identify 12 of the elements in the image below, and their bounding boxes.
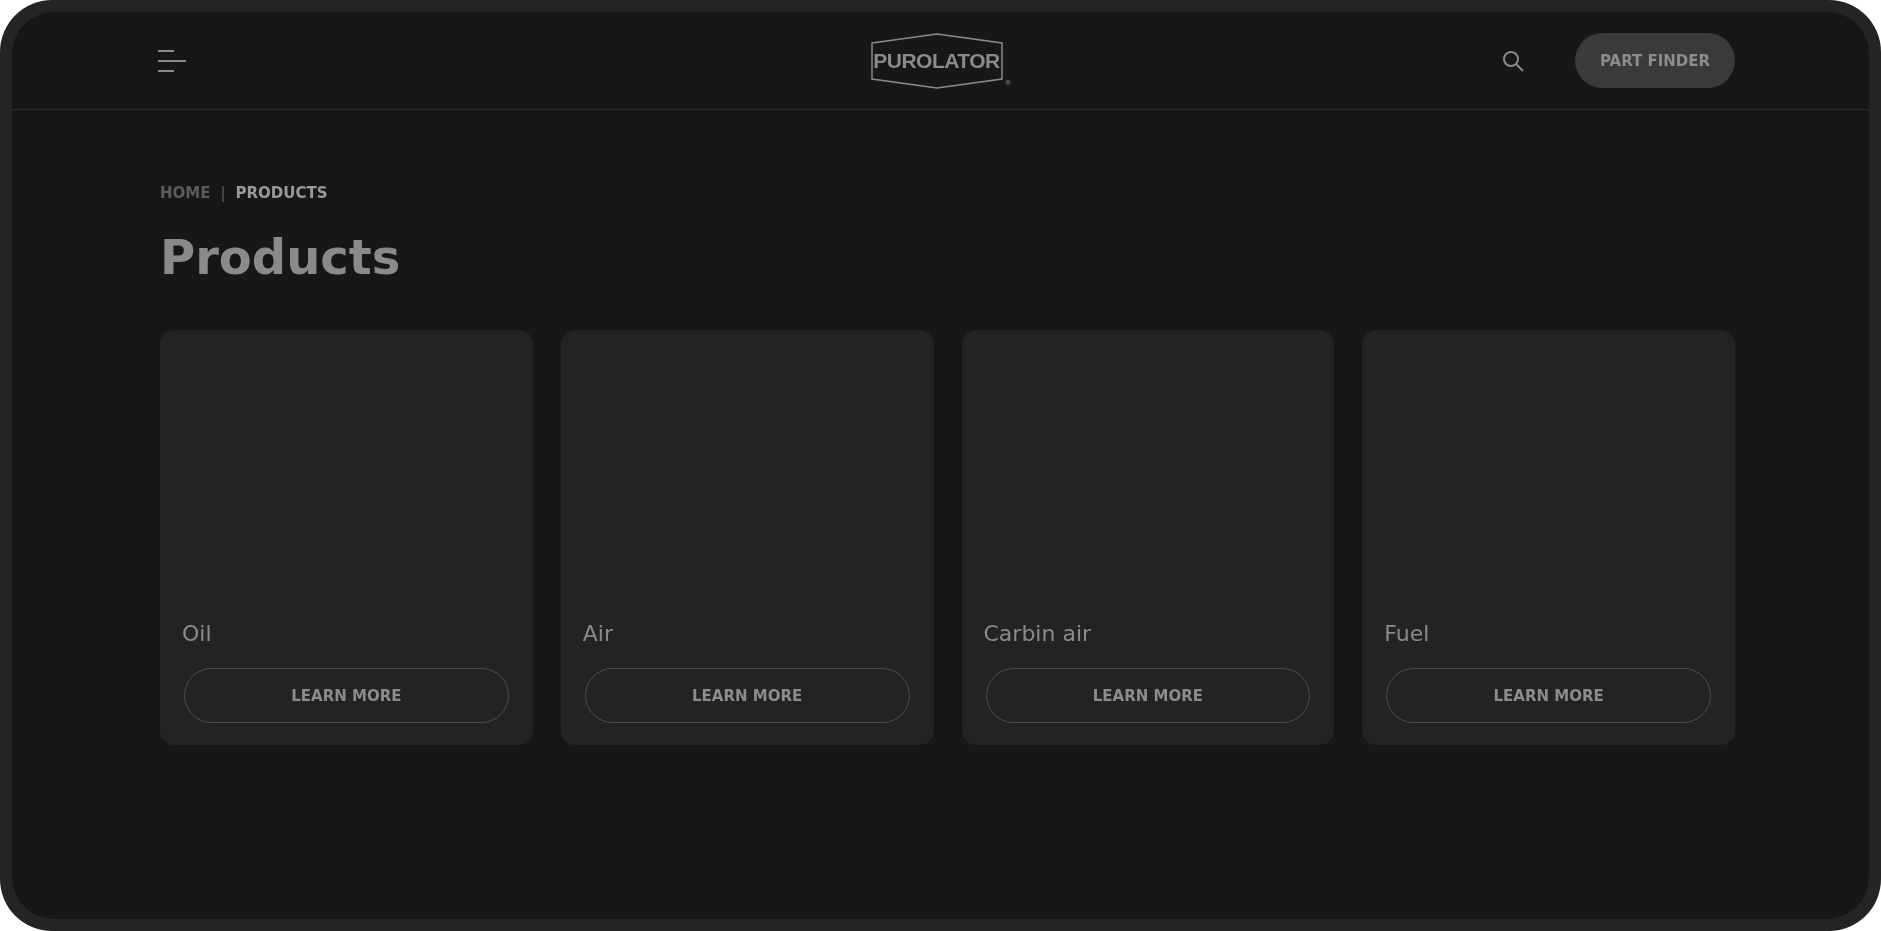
product-name: Air (582, 621, 614, 646)
breadcrumb-separator: | (220, 184, 226, 202)
product-name: Carbin air (983, 621, 1093, 646)
page-title: Products (160, 228, 402, 286)
menu-icon[interactable] (156, 47, 188, 74)
product-name: Fuel (1384, 621, 1431, 646)
breadcrumb-link[interactable]: PRODUCTS (235, 184, 328, 202)
logo-badge-icon (869, 33, 1004, 89)
search-icon[interactable] (1501, 48, 1525, 73)
product-name: Oil (182, 621, 213, 646)
breadcrumb-link[interactable]: HOME (160, 184, 211, 202)
part-finder-button[interactable]: PART FINDER (1575, 33, 1735, 88)
